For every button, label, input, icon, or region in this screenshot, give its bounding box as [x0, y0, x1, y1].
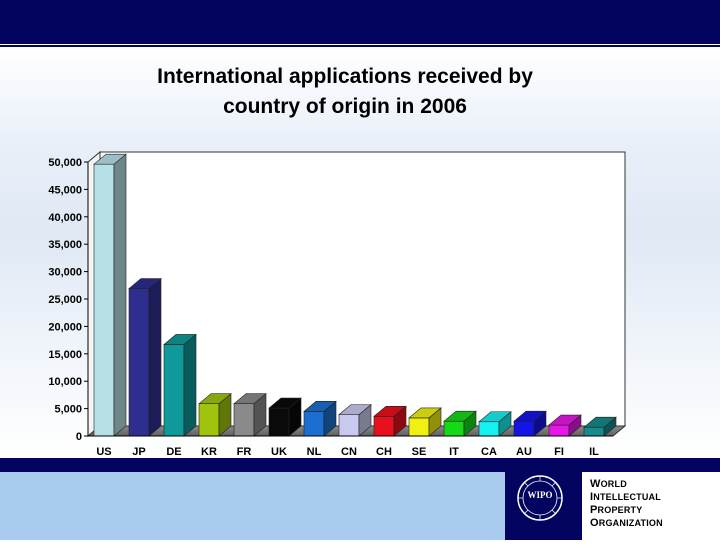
header-bar: [0, 0, 720, 44]
bar-front: [583, 426, 605, 437]
org-line-property: PROPERTY: [590, 504, 643, 516]
x-tick-label: CN: [341, 446, 357, 458]
bar-de: [163, 333, 197, 437]
footer-bar: [0, 458, 720, 472]
y-axis: 0 5,000 10,000 15,000 20,000 25,000 30,000 35,0…: [48, 157, 89, 443]
x-tick-label: JP: [132, 446, 145, 458]
chart-title-line1: International applications received by: [157, 65, 533, 88]
x-tick-label: US: [96, 446, 111, 458]
bar-front: [373, 415, 395, 437]
x-tick-label: NL: [307, 446, 322, 458]
x-tick-label: AU: [516, 446, 532, 458]
bar-side: [183, 333, 197, 437]
chart-title-line2: country of origin in 2006: [223, 95, 467, 118]
bar-us: [93, 153, 127, 437]
y-tick-label: 0: [76, 431, 82, 443]
bar-front: [93, 163, 115, 437]
y-tick-label: 15,000: [48, 349, 82, 361]
y-tick-label: 10,000: [48, 376, 82, 388]
bar-jp: [128, 277, 162, 437]
bar-front: [128, 288, 150, 437]
bar-front: [268, 407, 290, 437]
bar-front: [233, 403, 255, 437]
bar-front: [478, 421, 500, 437]
bar-front: [338, 414, 360, 437]
x-tick-label: IT: [449, 446, 459, 458]
y-tick-label: 35,000: [48, 239, 82, 251]
bar-front: [443, 420, 465, 437]
bar-front: [163, 344, 185, 437]
y-tick-label: 40,000: [48, 212, 82, 224]
y-tick-label: 25,000: [48, 294, 82, 306]
y-tick-label: 45,000: [48, 184, 82, 196]
bar-kr: [198, 393, 232, 437]
organization-name: WORLD INTELLECTUAL PROPERTY ORGANIZATION: [582, 472, 720, 540]
bar-uk: [268, 397, 302, 437]
x-tick-label: CA: [481, 446, 497, 458]
org-line-intellectual: INTELLECTUAL: [590, 491, 661, 503]
bar-side: [113, 153, 127, 437]
y-tick-label: 30,000: [48, 267, 82, 279]
bar-front: [548, 424, 570, 437]
wipo-logo: WIPO: [505, 472, 582, 540]
y-tick-label: 50,000: [48, 157, 82, 169]
bar-front: [303, 411, 325, 437]
y-tick-label: 5,000: [54, 404, 82, 416]
org-line-organization: ORGANIZATION: [590, 517, 663, 529]
org-line-world: WORLD: [590, 478, 627, 490]
x-tick-label: FI: [554, 446, 564, 458]
wipo-logo-text: WIPO: [527, 490, 553, 500]
x-tick-label: UK: [271, 446, 287, 458]
bar-front: [408, 417, 430, 437]
footer-panel: [0, 472, 505, 540]
x-tick-label: FR: [237, 446, 252, 458]
bar-side: [148, 277, 162, 437]
bar-front: [513, 420, 535, 437]
x-tick-label: SE: [412, 446, 427, 458]
x-tick-label: IL: [589, 446, 599, 458]
wipo-emblem-icon: [517, 475, 563, 521]
bar-front: [198, 403, 220, 437]
x-axis: US JP DE KR FR UK NL CN CH SE IT CA AU FI IL: [88, 435, 613, 458]
chart-title: International applications received by c…: [80, 62, 610, 122]
x-tick-label: CH: [376, 446, 392, 458]
x-tick-label: KR: [201, 446, 217, 458]
bar-chart: 0 5,000 10,000 15,000 20,000 25,000 30,000 35,0…: [48, 150, 627, 458]
bar-fr: [233, 393, 267, 437]
y-tick-label: 20,000: [48, 321, 82, 333]
x-tick-label: DE: [166, 446, 181, 458]
